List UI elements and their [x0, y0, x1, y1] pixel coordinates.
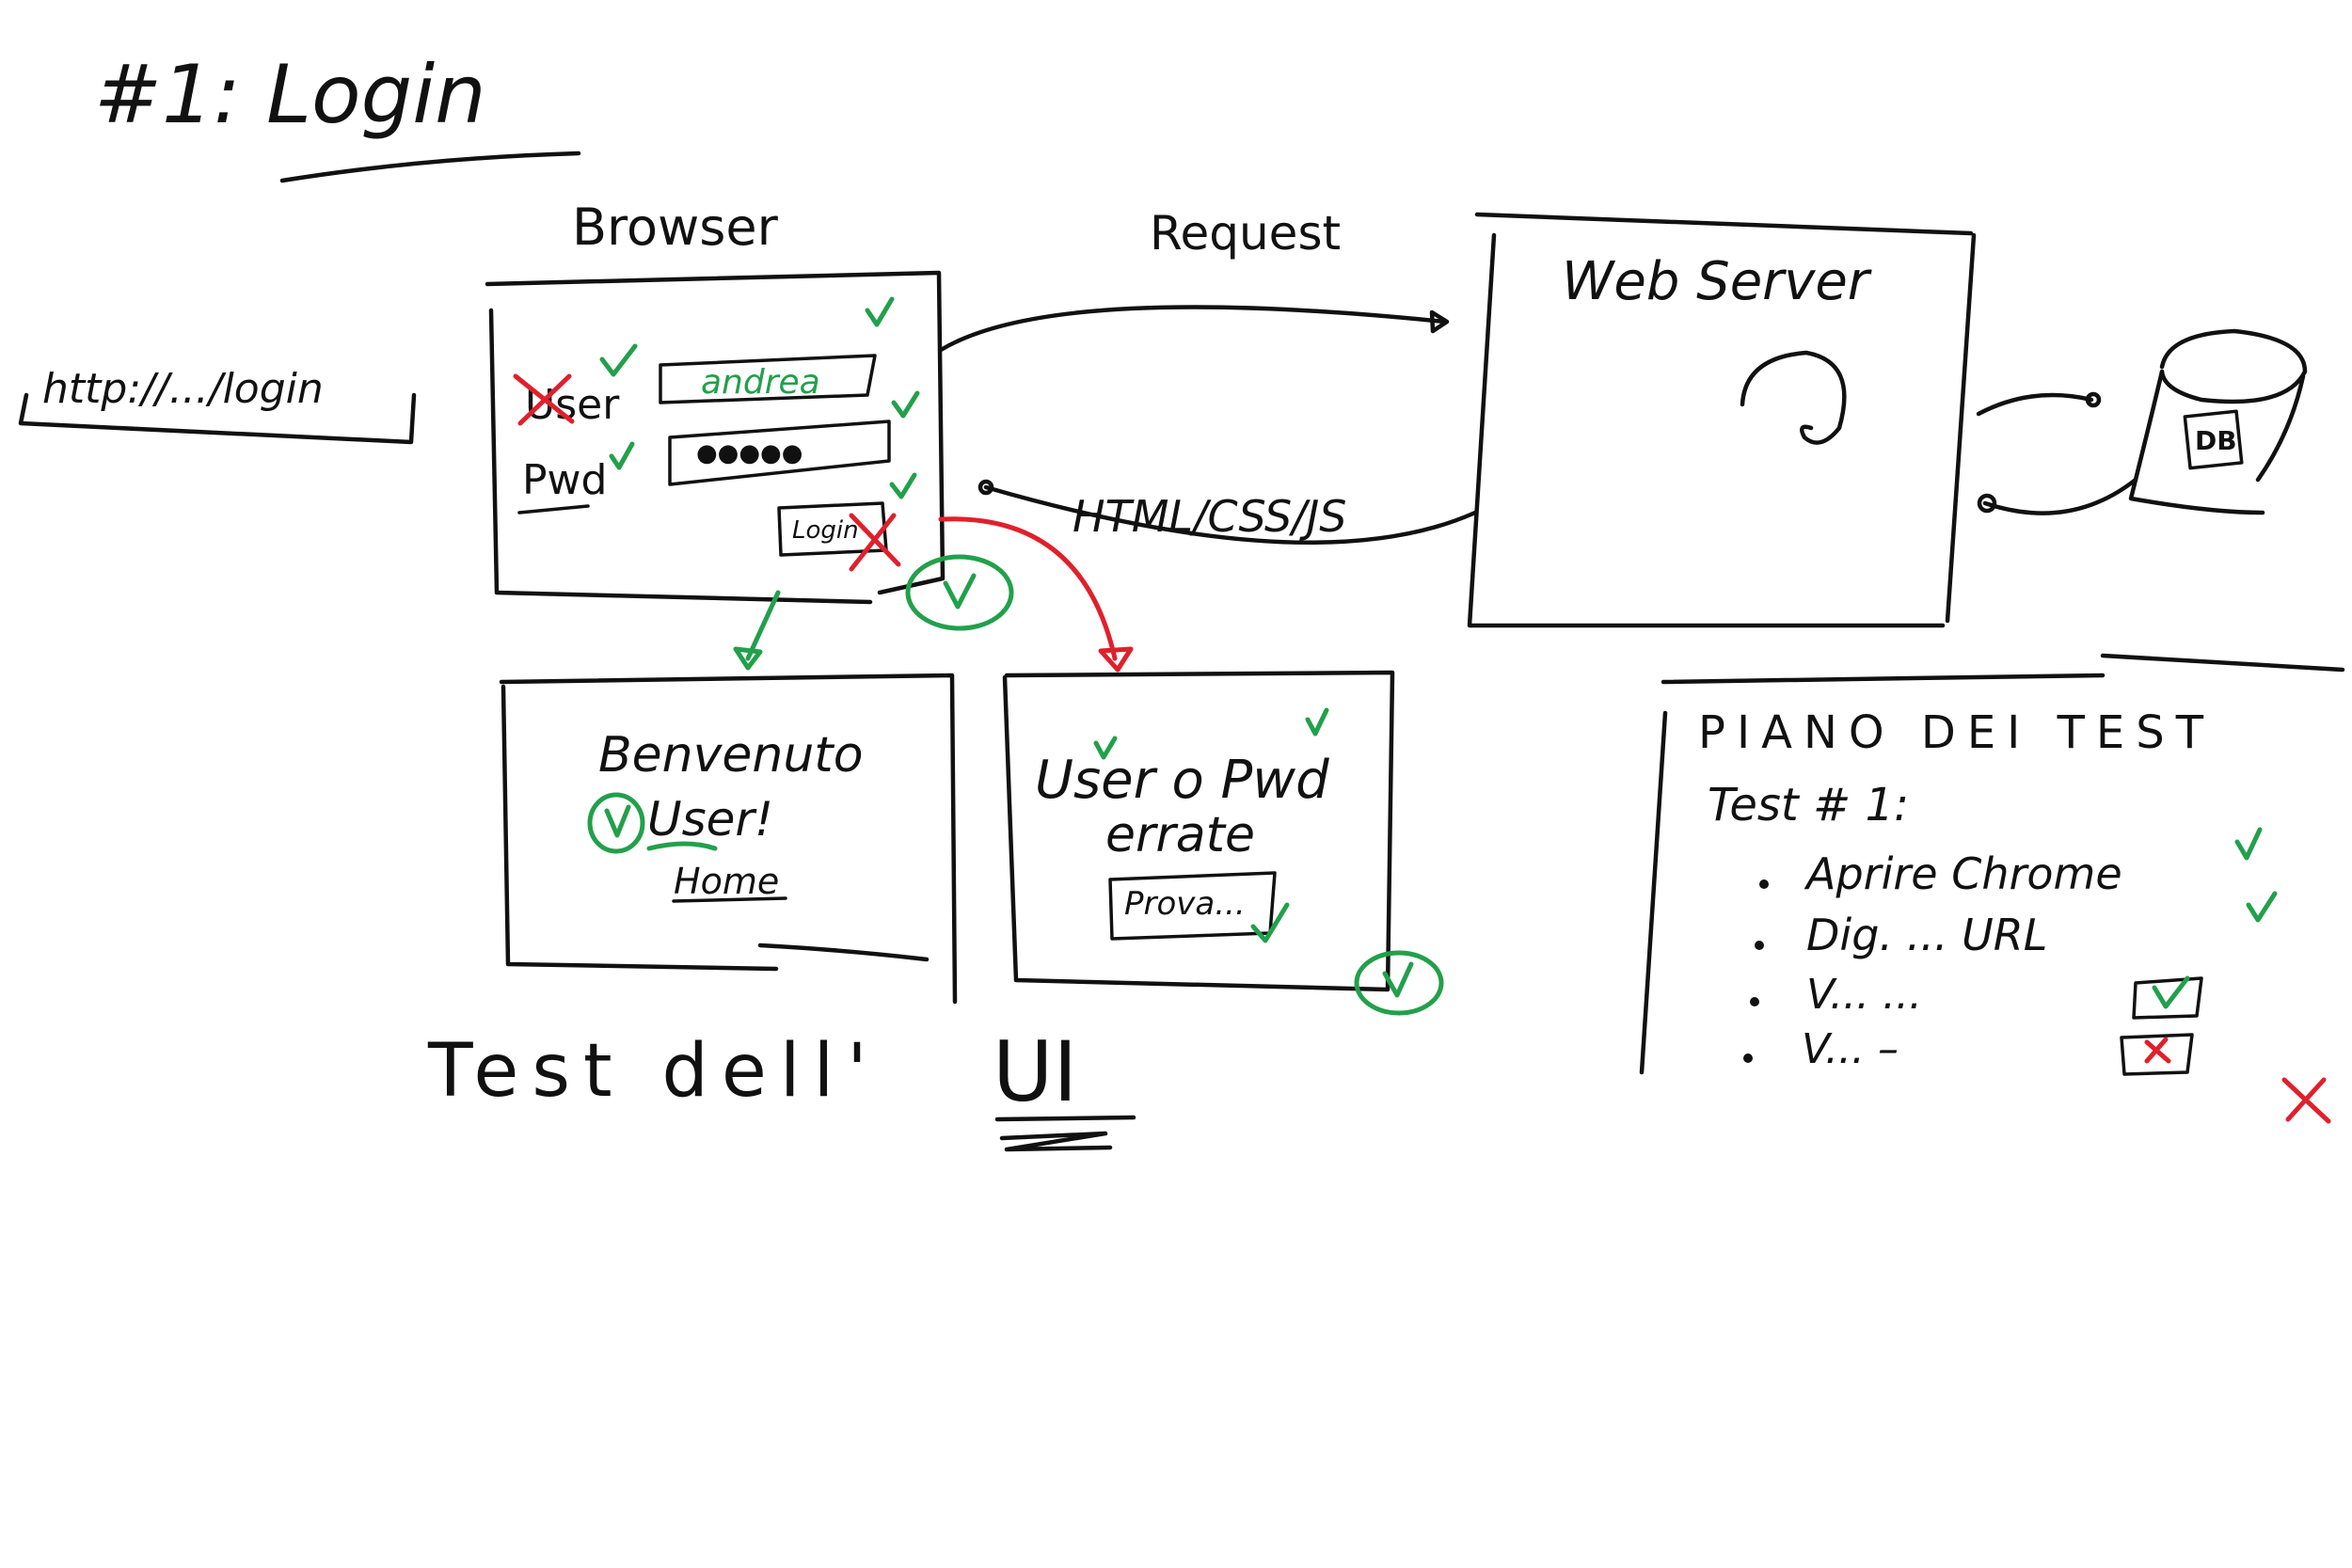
user-input-value[interactable]: andrea — [701, 363, 820, 402]
title-underline — [279, 150, 581, 183]
error-pass-circle — [1354, 950, 1444, 1016]
test-plan-subtitle: Test # 1: — [1708, 779, 1909, 832]
test-step: Aprire Chrome — [1759, 827, 2263, 899]
test-plan-title: PIANO DEI TEST — [1698, 706, 2215, 759]
database-glyph: DB — [2195, 425, 2237, 456]
db-result-arrow — [1982, 477, 2138, 515]
processing-spiral-icon — [1740, 350, 1847, 445]
db-query-arrow — [1976, 392, 2094, 417]
browser-window: User andrea Pwd ●●●●● Login — [485, 270, 1014, 631]
pwd-input-value[interactable]: ●●●●● — [696, 439, 803, 467]
success-user: User! — [647, 792, 773, 847]
login-button-label: Login — [792, 516, 859, 545]
test-plan: PIANO DEI TEST Test # 1: Aprire Chrome D… — [1639, 653, 2345, 1124]
caption: Test dell' UI — [427, 1023, 1136, 1152]
error-message-2: errate — [1105, 807, 1255, 863]
error-message: User o Pwd — [1035, 750, 1329, 811]
caption-text: Test dell' — [427, 1029, 881, 1114]
test-step-text: Dig. ... URL — [1806, 910, 2047, 960]
test-step-checkbox[interactable] — [2132, 976, 2203, 1020]
test-step: V... ... — [1750, 971, 2203, 1020]
pass-check-icon — [2234, 827, 2263, 861]
retry-button-label: Prova... — [1124, 885, 1246, 923]
pwd-label: Pwd — [522, 456, 607, 504]
web-server-box: Web Server — [1467, 212, 1977, 628]
browser-pass-circle — [905, 554, 1014, 631]
test-step-checkbox[interactable] — [2120, 1033, 2194, 1076]
success-title: Benvenuto — [598, 727, 864, 784]
pass-check-icon — [2246, 891, 2278, 923]
web-server-label: Web Server — [1562, 251, 1872, 312]
test-step-text: V... ... — [1806, 971, 1922, 1019]
database-icon: DB — [2128, 328, 2308, 515]
response-label: HTML/CSS/JS — [1073, 491, 1347, 542]
home-link[interactable]: Home — [674, 861, 779, 902]
success-user-circle — [587, 792, 645, 854]
caption-emphasis: UI — [993, 1023, 1077, 1120]
url-bar: http://.../login — [18, 365, 417, 445]
test-step: V... – — [1743, 1025, 2194, 1076]
fail-cross-icon — [2144, 1037, 2171, 1064]
fail-cross-icon — [2281, 1077, 2331, 1124]
url-bar-text: http://.../login — [42, 365, 324, 413]
success-page: Benvenuto User! Home — [499, 673, 958, 1005]
diagram-title: #1: Login — [94, 48, 486, 142]
browser-label: Browser — [572, 198, 779, 257]
request-label: Request — [1150, 206, 1341, 261]
test-step: Dig. ... URL — [1755, 891, 2278, 960]
success-arrow — [745, 590, 781, 661]
test-step-text: V... – — [1802, 1025, 1899, 1073]
error-page: User o Pwd errate Prova... — [1002, 670, 1444, 1016]
test-step-text: Aprire Chrome — [1804, 848, 2122, 899]
request-arrow — [938, 305, 1447, 353]
